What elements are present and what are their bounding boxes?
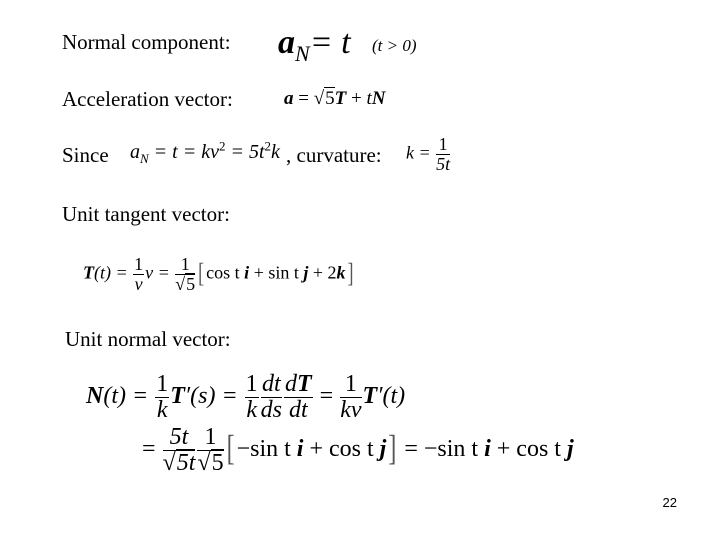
fraction-one-over-sqrt5-2: 1 √5 [197, 424, 224, 477]
unit-tangent-equation: T(t) = 1vv = 1 √5[cos t i + sin t j + 2k] [83, 254, 354, 294]
since-equation: aN = t = kv2 = 5t2k [130, 138, 280, 166]
since-label: Since [62, 143, 109, 167]
positive-t-condition: (t > 0) [372, 36, 417, 55]
page-number: 22 [662, 495, 677, 510]
fraction-one-over-v: 1v [133, 254, 145, 294]
fraction-one-over-kv: 1 kv [340, 371, 362, 424]
normal-component-equation: aN= t [278, 24, 351, 66]
fraction-one-over-k: 1k [155, 371, 170, 424]
fraction-dT-dt: dT dt [284, 371, 313, 424]
unit-tangent-label: Unit tangent vector: [62, 202, 230, 226]
acceleration-vector-equation: a = √5T + tN [284, 87, 386, 109]
normal-component-label: Normal component: [62, 30, 231, 54]
fraction-one-over-sqrt5: 1 √5 [175, 254, 196, 294]
fraction-5t-over-sqrt5t: 5t √5t [162, 424, 196, 477]
curvature-label: , curvature: [286, 143, 382, 167]
curvature-fraction: 1 5t [436, 134, 451, 174]
unit-normal-equation-line1: N(t) = 1 k T′(s) = 1 k dt ds dT dt = 1 kv T′(t) [86, 371, 406, 424]
unit-normal-equation-line2: = 5t √5t 1 √5 [−sin t i + cos t j] = −sin t … [142, 424, 574, 477]
fraction-dt-ds: dt ds [260, 371, 282, 424]
acceleration-vector-label: Acceleration vector: [62, 87, 233, 111]
fraction-one-over-k-2: 1k [244, 371, 259, 424]
unit-normal-label: Unit normal vector: [65, 327, 231, 351]
curvature-equation: k = 1 5t [406, 134, 451, 174]
